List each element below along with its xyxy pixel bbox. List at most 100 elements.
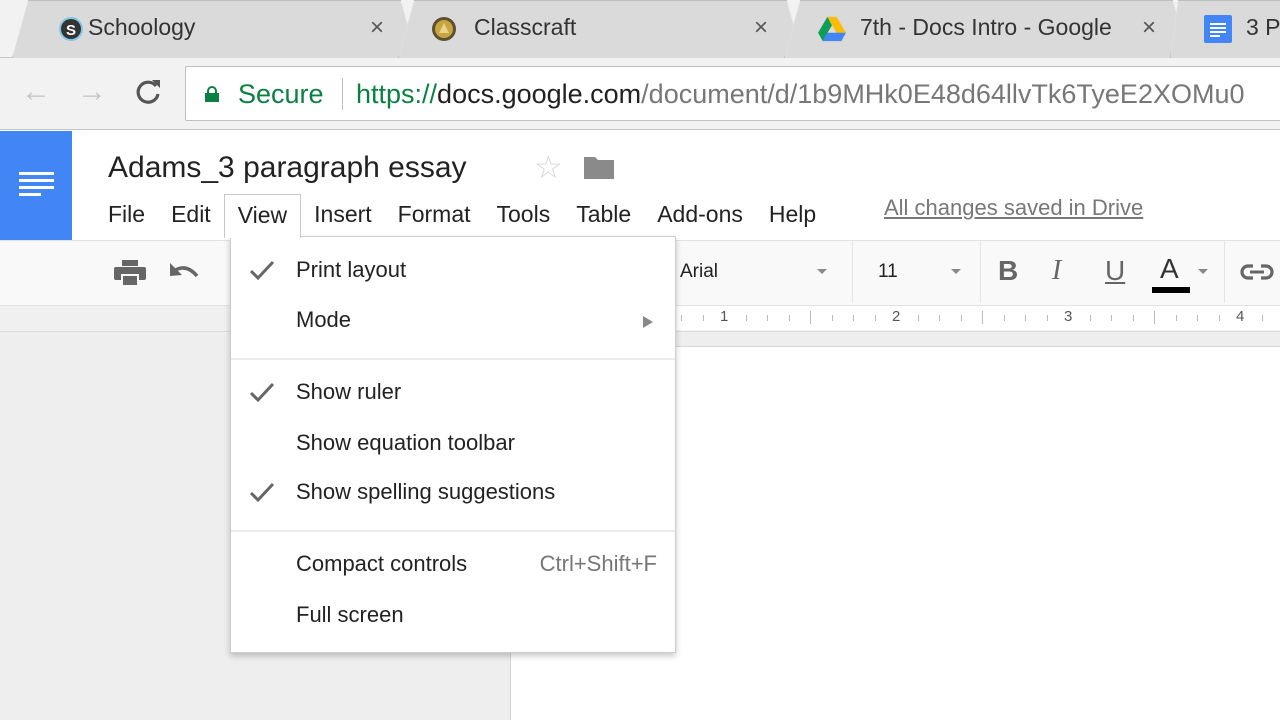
menu-item-show-spelling-suggestions[interactable]: Show spelling suggestions (231, 471, 675, 517)
tab-classcraft[interactable]: Classcraft × (398, 0, 803, 58)
svg-text:S: S (66, 22, 76, 39)
menu-item-mode[interactable]: Mode (231, 299, 675, 345)
folder-icon[interactable] (584, 155, 614, 179)
tab-title: 3 Pa (1246, 14, 1280, 40)
text-color-swatch (1152, 287, 1190, 293)
lock-icon (205, 86, 219, 102)
ruler-tick (810, 311, 811, 324)
menu-item-show-equation-toolbar[interactable]: Show equation toolbar (231, 422, 675, 468)
ruler-label: 2 (892, 308, 901, 325)
menu-add-ons[interactable]: Add-ons (644, 194, 756, 234)
ruler-tick (702, 315, 704, 321)
menu-edit[interactable]: Edit (158, 194, 224, 234)
ruler-tick (1154, 311, 1155, 324)
ruler-tick (1089, 315, 1091, 321)
url-host: docs.google.com (437, 79, 642, 109)
ruler-tick (788, 315, 790, 321)
menu-item-label: Mode (296, 307, 352, 332)
ruler-tick (939, 315, 940, 321)
classcraft-icon (432, 17, 456, 41)
tab-docs-intro[interactable]: 7th - Docs Intro - Google × (784, 0, 1189, 58)
close-tab-icon[interactable]: × (754, 14, 768, 42)
page-top-margin (676, 332, 1280, 347)
ruler-tick (1003, 315, 1005, 321)
print-icon[interactable] (114, 259, 146, 287)
menu-file[interactable]: File (95, 194, 158, 234)
underline-button[interactable]: U (1105, 255, 1125, 287)
schoology-icon: S (59, 17, 83, 41)
menu-insert[interactable]: Insert (301, 194, 385, 234)
menu-table[interactable]: Table (563, 194, 644, 234)
url-path: /document/d/1b9MHk0E48d64llvTk6TyeE2XOMu… (641, 79, 1245, 109)
menu-item-full-screen[interactable]: Full screen (231, 594, 675, 640)
italic-button[interactable]: I (1052, 255, 1061, 287)
menu-item-shortcut: Ctrl+Shift+F (539, 551, 657, 576)
url-protocol: https:// (356, 79, 438, 109)
back-arrow-icon: ← (21, 75, 51, 108)
ruler-label: 3 (1064, 308, 1073, 325)
horizontal-ruler[interactable]: 1 2 3 4 (676, 306, 1280, 330)
font-size-caret-icon[interactable] (951, 269, 961, 274)
browser-toolbar: ← → Secure https://docs.google.com/docum… (0, 58, 1280, 130)
menu-item-print-layout[interactable]: Print layout (231, 249, 675, 295)
menu-help[interactable]: Help (756, 194, 829, 234)
ruler-label: 4 (1236, 308, 1245, 325)
menu-item-show-ruler[interactable]: Show ruler (231, 371, 675, 417)
submenu-arrow-icon (643, 316, 653, 328)
ruler-tick (1218, 315, 1220, 321)
tab-schoology[interactable]: S Schoology × (12, 0, 417, 58)
reload-button[interactable] (130, 74, 166, 110)
menu-item-label: Show spelling suggestions (296, 479, 556, 504)
ruler-label: 1 (720, 308, 729, 325)
checkmark-icon (249, 482, 275, 503)
ruler-tick (917, 315, 919, 321)
font-family-select[interactable]: Arial (680, 261, 718, 283)
menu-item-label: Compact controls (296, 551, 468, 576)
forward-arrow-icon: → (77, 75, 107, 108)
tab-title: Schoology (88, 14, 196, 40)
menu-view[interactable]: View (223, 194, 302, 238)
docs-home-button[interactable] (0, 131, 72, 240)
menu-item-compact-controls[interactable]: Compact controls Ctrl+Shift+F (231, 543, 675, 589)
ruler-tick (853, 315, 854, 321)
save-status-link[interactable]: All changes saved in Drive (884, 195, 1143, 221)
forward-button[interactable]: → (74, 74, 110, 110)
url-divider (342, 78, 343, 110)
toolbar-divider (980, 241, 981, 303)
docs-header: Adams_3 paragraph essay ☆ File Edit View… (0, 131, 1280, 241)
menu-separator (231, 358, 675, 360)
ruler-tick (1046, 315, 1048, 321)
tab-3-paragraph[interactable]: 3 Pa (1170, 0, 1280, 58)
text-color-button[interactable]: A (1160, 253, 1179, 285)
address-bar[interactable]: Secure https://docs.google.com/document/… (185, 66, 1280, 121)
link-icon[interactable] (1240, 263, 1274, 281)
font-dropdown-caret-icon[interactable] (817, 269, 827, 274)
undo-icon[interactable] (168, 261, 200, 285)
menu-tools[interactable]: Tools (484, 194, 564, 234)
text-color-caret-icon[interactable] (1198, 269, 1208, 274)
google-drive-icon (818, 16, 846, 42)
tab-title: 7th - Docs Intro - Google (860, 14, 1112, 40)
font-size-select[interactable]: 11 (878, 261, 898, 283)
menu-bar: File Edit View Insert Format Tools Table… (95, 194, 829, 238)
document-title[interactable]: Adams_3 paragraph essay (108, 151, 467, 185)
menu-separator (231, 530, 675, 532)
close-tab-icon[interactable]: × (1142, 14, 1156, 42)
ruler-tick (831, 315, 833, 321)
menu-format[interactable]: Format (385, 194, 484, 234)
ruler-tick (767, 315, 768, 321)
back-button[interactable]: ← (18, 74, 54, 110)
checkmark-icon (249, 382, 275, 403)
bold-button[interactable]: B (998, 255, 1018, 287)
toolbar-divider (852, 241, 853, 303)
star-icon[interactable]: ☆ (534, 148, 563, 186)
ruler-tick (1197, 315, 1198, 321)
menu-item-label: Full screen (296, 602, 404, 627)
menu-item-label: Show ruler (296, 379, 402, 404)
ruler-tick (1175, 315, 1177, 321)
browser-tab-strip: S Schoology × Classcraft × 7th - Docs In… (0, 0, 1280, 58)
ruler-tick (874, 315, 876, 321)
url-text[interactable]: https://docs.google.com/document/d/1b9MH… (356, 79, 1245, 110)
ruler-tick (1111, 315, 1112, 321)
close-tab-icon[interactable]: × (370, 14, 384, 42)
